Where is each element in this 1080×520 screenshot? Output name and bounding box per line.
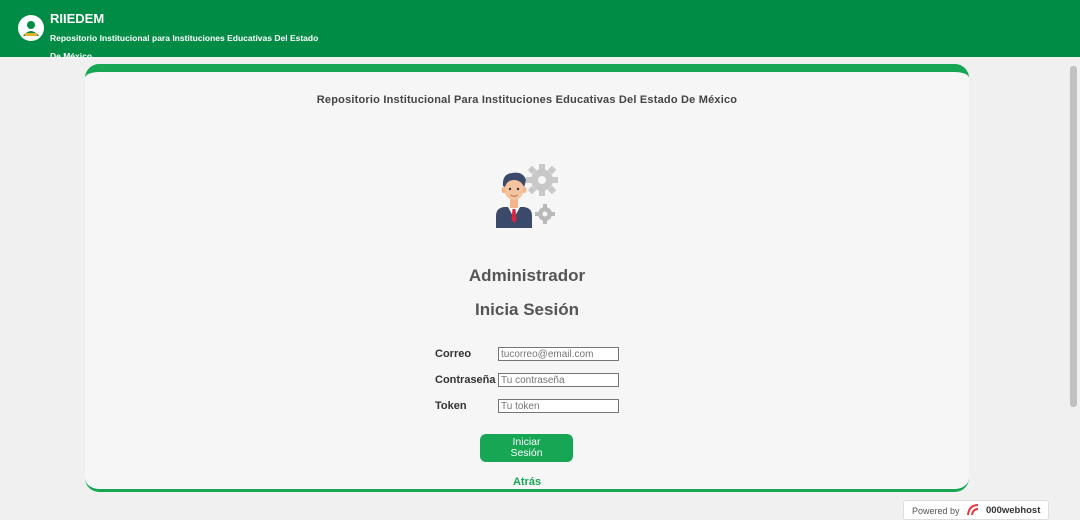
scrollbar-thumb[interactable] (1070, 66, 1077, 407)
back-link: Atrás (85, 476, 969, 488)
card-title: Repositorio Institucional Para Instituci… (316, 94, 738, 106)
page-scrollbar[interactable] (1067, 57, 1080, 516)
password-field[interactable] (498, 373, 619, 387)
user-book-icon[interactable] (18, 15, 44, 41)
host-brand-text: 000webhost (986, 505, 1041, 516)
admin-gear-avatar-icon (496, 164, 558, 228)
webhost-logo-icon (967, 504, 979, 516)
token-field[interactable] (498, 399, 619, 413)
back-link-text[interactable]: Atrás (513, 476, 541, 488)
token-label: Token (435, 400, 467, 412)
brand-title[interactable]: RIIEDEM (50, 11, 104, 26)
powered-by-badge[interactable]: Powered by 000webhost (903, 500, 1049, 520)
powered-by-text: Powered by (912, 506, 960, 516)
password-label: Contraseña (435, 374, 496, 386)
top-header: RIIEDEM Repositorio Institucional para I… (0, 0, 1080, 61)
login-button[interactable]: Iniciar Sesión (480, 434, 573, 462)
login-card: Repositorio Institucional Para Instituci… (85, 64, 969, 492)
email-field[interactable] (498, 347, 619, 361)
login-heading: Inicia Sesión (475, 300, 579, 319)
email-label: Correo (435, 348, 472, 360)
admin-heading: Administrador (468, 266, 586, 285)
brand-subtitle: Repositorio Institucional para Instituci… (50, 33, 319, 61)
